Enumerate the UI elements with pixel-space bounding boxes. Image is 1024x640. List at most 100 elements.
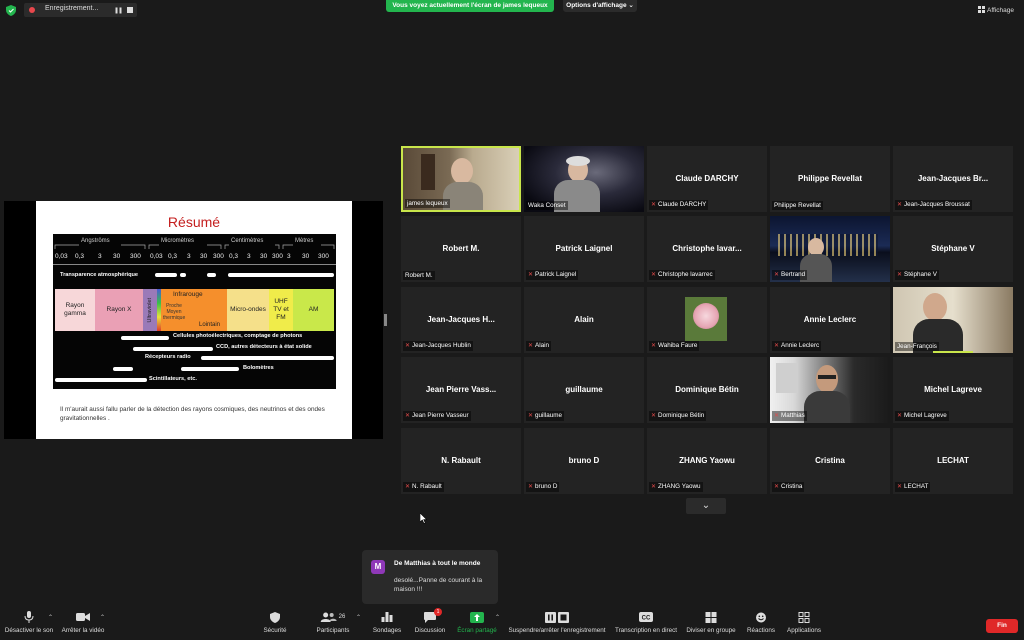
participant-name-label: ✕ Annie Leclerc — [772, 341, 822, 351]
participant-name-label: ✕ ZHANG Yaowu — [649, 482, 703, 492]
participant-name-label: Waka Conset — [526, 201, 568, 210]
participant-tile[interactable]: Philippe Revellat Philippe Revellat — [770, 146, 890, 212]
participant-name-label: james lequeux — [405, 199, 450, 208]
band-infrared: Infrarouge Proche Moyen thermique Lointa… — [161, 289, 227, 331]
participant-tile[interactable]: guillaume ✕ guillaume — [524, 357, 644, 423]
tick-label: 300 — [213, 253, 224, 260]
share-screen-button[interactable]: Écran partagé — [456, 606, 498, 640]
participant-tile[interactable]: Christophe lavar... ✕ Christophe lavarrec — [647, 216, 767, 282]
muted-mic-icon: ✕ — [405, 484, 411, 490]
participant-tile[interactable]: Jean Pierre Vass... ✕ Jean Pierre Vasseur — [401, 357, 521, 423]
participant-tile[interactable]: ✕ Wahiba Faure — [647, 287, 767, 353]
participant-name-label: ✕ N. Rabault — [403, 482, 444, 492]
tick-label: 30 — [113, 253, 121, 260]
tick-label: 30 — [302, 253, 310, 260]
pause-recording-icon[interactable]: ❚❚ — [114, 7, 123, 14]
participant-tile[interactable]: Alain ✕ Alain — [524, 287, 644, 353]
bar-chart-icon — [381, 611, 393, 623]
participants-caret-icon[interactable]: ⌃ — [356, 614, 361, 621]
mute-caret-icon[interactable]: ⌃ — [48, 614, 53, 621]
participant-tile[interactable]: Waka Conset — [524, 146, 644, 212]
tick-label: 0,3 — [229, 253, 239, 260]
stop-video-button[interactable]: Arrêter la vidéo — [58, 606, 108, 640]
participant-name-label: ✕ Jean-Jacques Hublin — [403, 341, 473, 351]
participant-label-text: Jean-Jacques Hublin — [412, 342, 471, 349]
participants-button[interactable]: 26 Participants — [310, 606, 356, 640]
detector-bar — [201, 356, 334, 360]
share-caret-icon[interactable]: ⌃ — [495, 614, 500, 621]
participant-label-text: LECHAT — [904, 483, 929, 490]
tick-label: 3 — [98, 253, 102, 260]
stop-recording-icon[interactable] — [127, 7, 133, 13]
participant-display-name: Alain — [574, 315, 594, 324]
security-button[interactable]: Sécurité — [255, 606, 295, 640]
video-caret-icon[interactable]: ⌃ — [100, 614, 105, 621]
transcript-button[interactable]: CC Transcription en direct — [612, 606, 680, 640]
participant-tile[interactable]: ✕ Matthias — [770, 357, 890, 423]
participant-tile[interactable]: Dominique Bétin ✕ Dominique Bétin — [647, 357, 767, 423]
mute-button[interactable]: Désactiver le son — [2, 606, 56, 640]
avatar: M — [371, 560, 385, 574]
video-camera-icon — [76, 611, 90, 623]
reactions-button[interactable]: Réactions — [742, 606, 780, 640]
muted-mic-icon: ✕ — [774, 484, 780, 490]
muted-mic-icon: ✕ — [528, 272, 534, 278]
participant-tile[interactable]: Stéphane V ✕ Stéphane V — [893, 216, 1013, 282]
slide-note: Il m'aurait aussi fallu parler de la dét… — [60, 406, 325, 422]
transparency-bar — [228, 273, 334, 277]
divider — [53, 264, 336, 265]
recording-indicator[interactable]: Enregistrement... ❚❚ — [24, 3, 137, 17]
split-view-handle[interactable] — [384, 314, 387, 326]
participant-display-name: Stéphane V — [931, 244, 975, 253]
participant-display-name: guillaume — [565, 385, 603, 394]
pause-stop-recording-button[interactable]: Suspendre/arrêter l'enregistrement — [506, 606, 608, 640]
participant-tile[interactable]: Jean-Jacques H... ✕ Jean-Jacques Hublin — [401, 287, 521, 353]
participant-tile[interactable]: Patrick Laignel ✕ Patrick Laignel — [524, 216, 644, 282]
band-microwave: Micro-ondes — [227, 289, 269, 331]
chat-notification[interactable]: M De Matthias à tout le monde desolé...P… — [362, 550, 498, 604]
participant-tile[interactable]: Jean-François — [893, 287, 1013, 353]
participant-name-label: Jean-François — [895, 342, 939, 351]
view-options-button[interactable]: Options d'affichage ⌄ — [563, 0, 637, 12]
detector-photo-label: Cellules photoélectriques, comptage de p… — [173, 333, 303, 339]
participant-tile[interactable]: Cristina ✕ Cristina — [770, 428, 890, 494]
participant-tile[interactable]: ZHANG Yaowu ✕ ZHANG Yaowu — [647, 428, 767, 494]
participant-tile[interactable]: ✕ Bertrand — [770, 216, 890, 282]
end-meeting-button[interactable]: Fin — [986, 619, 1018, 633]
participant-display-name: Claude DARCHY — [675, 174, 739, 183]
participant-display-name: Jean-Jacques H... — [427, 315, 495, 324]
security-shield-icon — [6, 5, 16, 16]
participant-tile[interactable]: Michel Lagreve ✕ Michel Lagreve — [893, 357, 1013, 423]
participant-tile[interactable]: bruno D ✕ bruno D — [524, 428, 644, 494]
view-button[interactable]: Affichage — [978, 6, 1014, 14]
participant-name-label: Robert M. — [403, 271, 435, 280]
band-uhf-label: UHF TV et FM — [273, 298, 289, 321]
participant-tile[interactable]: Robert M. Robert M. — [401, 216, 521, 282]
apps-button[interactable]: Applications — [784, 606, 824, 640]
muted-mic-icon: ✕ — [774, 413, 780, 419]
muted-mic-icon: ✕ — [528, 484, 534, 490]
participant-tile[interactable]: Claude DARCHY ✕ Claude DARCHY — [647, 146, 767, 212]
detector-ccd-label: CCD, autres détecteurs à état solide — [216, 344, 312, 350]
participant-tile[interactable]: james lequeux — [401, 146, 521, 212]
share-arrow-icon — [470, 611, 484, 623]
chat-bubble-icon: 1 — [424, 608, 442, 623]
tick-label: 30 — [260, 253, 268, 260]
participant-tile[interactable]: Annie Leclerc ✕ Annie Leclerc — [770, 287, 890, 353]
participant-tile[interactable]: LECHAT ✕ LECHAT — [893, 428, 1013, 494]
participant-label-text: james lequeux — [407, 200, 448, 207]
chat-button[interactable]: 1 Discussion — [410, 606, 450, 640]
participant-label-text: bruno D — [535, 483, 558, 490]
participant-tile[interactable]: Jean-Jacques Br... ✕ Jean-Jacques Broussat — [893, 146, 1013, 212]
next-page-chevron-icon[interactable]: ⌄ — [686, 498, 726, 514]
participant-name-label: ✕ Stéphane V — [895, 270, 939, 280]
polls-button[interactable]: Sondages — [368, 606, 406, 640]
apps-label: Applications — [787, 627, 821, 634]
participant-tile[interactable]: N. Rabault ✕ N. Rabault — [401, 428, 521, 494]
participant-label-text: Robert M. — [405, 272, 433, 279]
band-x-label: Rayon X — [106, 306, 132, 313]
participant-name-label: ✕ Matthias — [772, 411, 807, 421]
tick-label: 0,3 — [75, 253, 85, 260]
participants-icon: 26 — [320, 611, 345, 623]
breakout-rooms-button[interactable]: Diviser en groupe — [684, 606, 738, 640]
